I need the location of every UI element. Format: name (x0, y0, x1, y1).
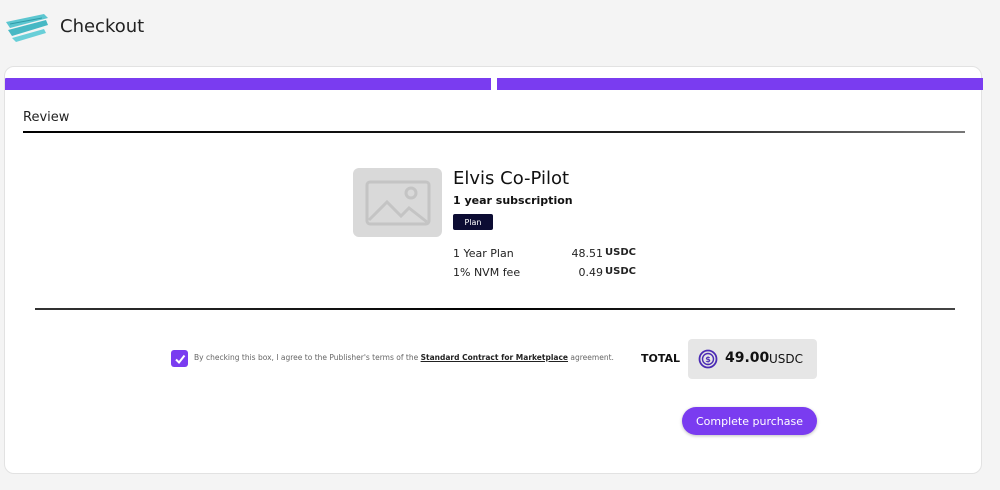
divider (23, 131, 965, 133)
line-item-amount: 48.51 (571, 247, 604, 260)
review-heading: Review (23, 110, 70, 125)
terms-checkbox[interactable] (171, 350, 188, 367)
page-title: Checkout (60, 16, 145, 37)
progress-step-1 (5, 78, 491, 90)
total-currency: USDC (769, 352, 804, 366)
total-label: TOTAL (641, 352, 681, 365)
total-amount: 49.00 (725, 350, 770, 366)
progress-step-2 (497, 78, 983, 90)
checkout-card: Review Elvis Co-Pilot 1 year subscriptio… (4, 66, 983, 474)
terms-text-after: agreement. (570, 353, 614, 362)
subscription-label: 1 year subscription (453, 194, 573, 207)
line-item: 1 Year Plan 48.51 USDC (453, 247, 643, 263)
checkmark-icon (174, 354, 185, 364)
line-item-label: 1% NVM fee (453, 266, 521, 279)
total-box: $ 49.00 USDC (688, 339, 817, 379)
terms-text: By checking this box, I agree to the Pub… (194, 353, 614, 362)
divider (35, 308, 955, 310)
line-item-currency: USDC (605, 266, 636, 277)
complete-purchase-button[interactable]: Complete purchase (682, 407, 817, 435)
svg-text:$: $ (705, 355, 711, 364)
line-item: 1% NVM fee 0.49 USDC (453, 266, 643, 282)
line-item-label: 1 Year Plan (453, 247, 514, 260)
contract-link[interactable]: Standard Contract for Marketplace (421, 353, 568, 362)
plan-badge: Plan (453, 214, 493, 230)
line-item-amount: 0.49 (578, 266, 604, 279)
terms-text-before: By checking this box, I agree to the Pub… (194, 353, 419, 362)
image-placeholder-icon (353, 168, 442, 237)
teal-brush-logo-icon (4, 8, 52, 46)
product-name: Elvis Co-Pilot (453, 168, 570, 189)
line-item-currency: USDC (605, 247, 636, 258)
usdc-coin-icon: $ (698, 349, 718, 369)
page-header: Checkout (0, 0, 1000, 60)
